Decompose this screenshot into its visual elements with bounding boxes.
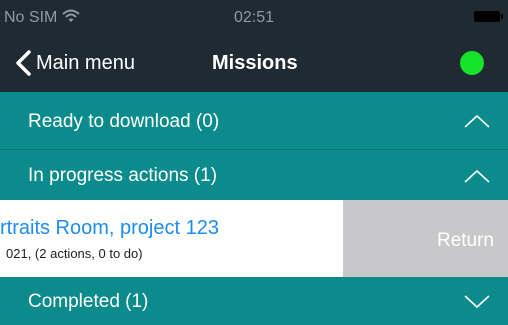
section-title: Ready to download (0) [28, 111, 220, 132]
back-label: Main menu [36, 51, 135, 74]
chevron-up-icon [464, 169, 490, 183]
page-title: Missions [212, 52, 298, 74]
return-label: Return [436, 230, 494, 251]
back-button[interactable]: Main menu [14, 48, 135, 78]
mission-list-item: rtraits Room, project 123 021, (2 action… [0, 200, 508, 277]
section-completed[interactable]: Completed (1) [0, 277, 508, 325]
missions-screen: No SIM 02:51 Main menu Missions Ready to… [0, 0, 508, 325]
clock-time: 02:51 [233, 9, 275, 26]
mission-title: rtraits Room, project 123 [0, 217, 219, 239]
section-ready-to-download[interactable]: Ready to download (0) [0, 92, 508, 149]
section-in-progress-actions[interactable]: In progress actions (1) [0, 150, 508, 200]
section-title: In progress actions (1) [28, 165, 218, 186]
battery-icon [474, 11, 503, 22]
return-button[interactable]: Return [343, 200, 508, 277]
chevron-left-icon [16, 50, 31, 76]
chevron-down-icon [464, 295, 490, 309]
section-title: Completed (1) [28, 291, 149, 312]
mission-item-content[interactable]: rtraits Room, project 123 021, (2 action… [0, 200, 343, 277]
connection-status-indicator [460, 51, 484, 75]
status-bar: No SIM 02:51 [0, 0, 508, 34]
mission-subtitle: 021, (2 actions, 0 to do) [6, 246, 143, 261]
chevron-up-icon [464, 114, 490, 128]
navigation-bar: Main menu Missions [0, 34, 508, 92]
